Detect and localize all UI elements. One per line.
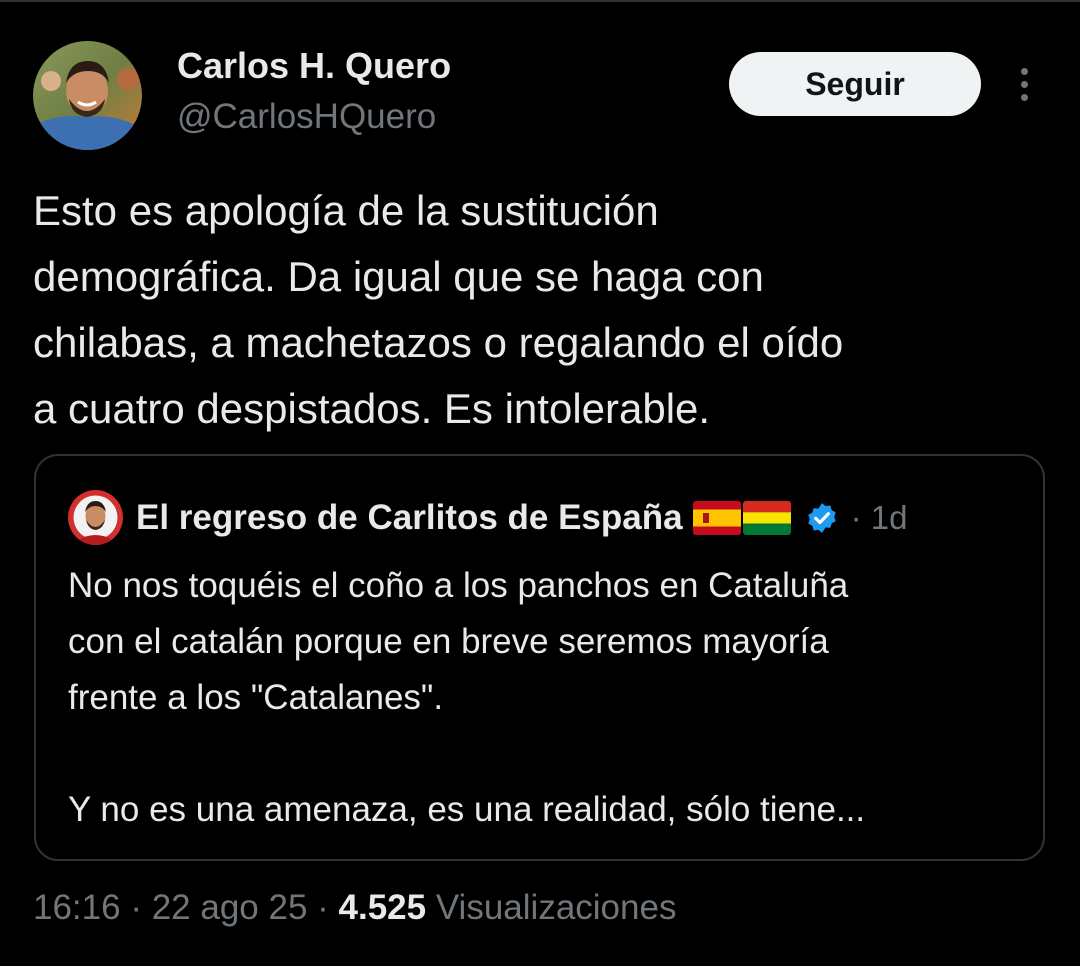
flag-bolivia-icon xyxy=(742,501,791,535)
follow-button[interactable]: Seguir xyxy=(729,52,981,116)
tweet-time[interactable]: 16:16 xyxy=(33,888,121,927)
verified-badge-icon xyxy=(805,501,839,535)
dot xyxy=(1020,80,1028,88)
more-options-icon[interactable] xyxy=(1006,62,1042,106)
tweet-meta: 16:16 · 22 ago 25 · 4.525 Visualizacione… xyxy=(33,888,676,928)
author-avatar[interactable] xyxy=(33,41,142,150)
views-count[interactable]: 4.525 xyxy=(339,888,427,927)
quoted-tweet-card[interactable]: El regreso de Carlitos de España · 1d No… xyxy=(34,454,1045,861)
dot xyxy=(1020,93,1028,101)
top-divider xyxy=(0,0,1080,2)
separator: · xyxy=(120,888,152,927)
separator: · xyxy=(307,888,339,927)
views-label: Visualizaciones xyxy=(426,888,677,927)
quoted-author-name[interactable]: El regreso de Carlitos de España xyxy=(136,498,683,538)
author-handle[interactable]: @CarlosHQuero xyxy=(177,97,436,137)
quoted-tweet-text: No nos toquéis el coño a los panchos en … xyxy=(68,566,866,829)
flag-spain-icon xyxy=(692,501,741,535)
tweet-date[interactable]: 22 ago 25 xyxy=(152,888,308,927)
quoted-timestamp[interactable]: · 1d xyxy=(851,499,908,537)
dot xyxy=(1020,67,1028,75)
quoted-header: El regreso de Carlitos de España · 1d xyxy=(136,494,907,542)
tweet-text: Esto es apología de la sustitución demog… xyxy=(33,187,844,432)
quoted-author-avatar[interactable] xyxy=(68,490,123,545)
author-name[interactable]: Carlos H. Quero xyxy=(177,45,451,87)
